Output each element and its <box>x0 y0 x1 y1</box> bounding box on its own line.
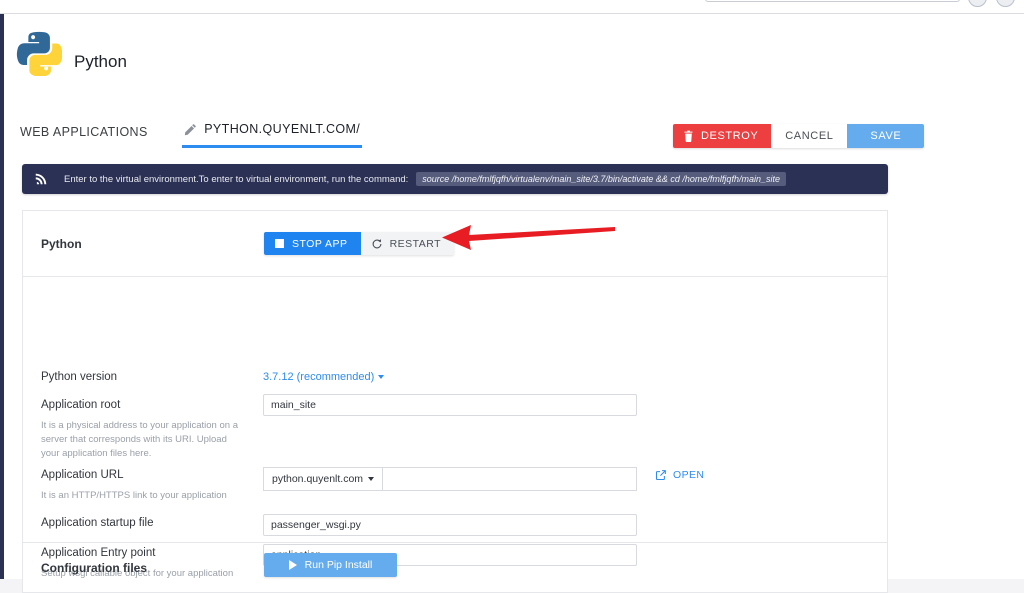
tab-web-applications[interactable]: WEB APPLICATIONS <box>18 117 150 147</box>
stop-app-button[interactable]: STOP APP <box>264 232 361 255</box>
application-settings-form: Python version 3.7.12 (recommended) Appl… <box>23 277 887 579</box>
tab-python-quyenlt-com[interactable]: PYTHON.QUYENLT.COM/ <box>182 114 363 148</box>
page-canvas: Python WEB APPLICATIONS PYTHON.QUYENLT.C… <box>4 14 1024 593</box>
app-name-label: Python <box>41 237 82 251</box>
startup-file-input[interactable] <box>263 514 637 536</box>
open-url-label: OPEN <box>673 469 705 481</box>
application-url-domain-dropdown[interactable]: python.quyenlt.com <box>263 467 383 491</box>
application-url-label: Application URL <box>41 469 124 481</box>
python-version-dropdown[interactable]: 3.7.12 (recommended) <box>263 371 385 383</box>
application-url-domain-value: python.quyenlt.com <box>272 473 364 485</box>
app-control-button-group: STOP APP RESTART <box>264 232 455 255</box>
application-root-input[interactable] <box>263 394 637 416</box>
destroy-button-label: DESTROY <box>701 130 759 142</box>
virtualenv-notice-bar: Enter to the virtual environment.To ente… <box>22 164 888 194</box>
app-header: Python <box>4 14 1024 100</box>
play-icon <box>288 560 297 570</box>
notice-command[interactable]: source /home/fmlfjqfh/virtualenv/main_si… <box>416 172 786 186</box>
tab-python-quyenlt-com-label: PYTHON.QUYENLT.COM/ <box>204 122 361 136</box>
external-link-icon <box>655 470 666 481</box>
stop-square-icon <box>275 239 284 248</box>
browser-search-box[interactable] <box>705 0 960 2</box>
stop-app-button-label: STOP APP <box>292 237 348 250</box>
page-title: Python <box>74 52 127 71</box>
browser-circle-icon-1[interactable] <box>968 0 987 7</box>
restart-button-label: RESTART <box>389 237 442 250</box>
trash-icon <box>684 130 693 142</box>
startup-file-label: Application startup file <box>41 517 154 529</box>
tab-web-applications-label: WEB APPLICATIONS <box>20 124 148 139</box>
run-pip-install-label: Run Pip Install <box>304 559 373 571</box>
destroy-button[interactable]: DESTROY <box>673 124 772 148</box>
application-url-group: python.quyenlt.com <box>263 467 638 491</box>
configuration-files-label: Configuration files <box>41 561 147 575</box>
python-logo <box>16 31 62 76</box>
restart-button[interactable]: RESTART <box>360 232 455 255</box>
python-version-value: 3.7.12 (recommended) <box>263 371 375 383</box>
run-pip-install-button[interactable]: Run Pip Install <box>264 553 397 577</box>
open-url-link[interactable]: OPEN <box>655 469 704 481</box>
tab-bar: WEB APPLICATIONS PYTHON.QUYENLT.COM/ <box>18 114 363 148</box>
application-url-help: It is an HTTP/HTTPS link to your applica… <box>41 490 227 501</box>
broadcast-icon <box>35 173 47 185</box>
cancel-button[interactable]: CANCEL <box>771 124 848 148</box>
restart-arrow-icon <box>372 238 382 248</box>
active-tab-underline <box>182 145 363 148</box>
browser-circle-icon-2[interactable] <box>996 0 1015 7</box>
pencil-icon <box>185 123 196 135</box>
application-url-path-input[interactable] <box>382 467 638 491</box>
chevron-down-icon <box>378 375 385 379</box>
python-version-label: Python version <box>41 371 118 383</box>
application-root-label: Application root <box>41 399 121 411</box>
notice-text: Enter to the virtual environment.To ente… <box>64 173 409 185</box>
browser-chrome-strip <box>0 0 1024 14</box>
chevron-down-icon <box>368 477 375 481</box>
save-button[interactable]: SAVE <box>847 124 925 148</box>
cancel-button-label: CANCEL <box>785 130 834 142</box>
configuration-files-row: Configuration files Run Pip Install <box>23 543 887 593</box>
app-control-row: Python STOP APP RESTART <box>23 211 887 277</box>
application-card: Python STOP APP RESTART Python version 3… <box>22 210 888 593</box>
top-action-button-group: DESTROY CANCEL SAVE <box>673 124 925 148</box>
application-root-help: It is a physical address to your applica… <box>41 420 238 459</box>
save-button-label: SAVE <box>870 130 902 142</box>
